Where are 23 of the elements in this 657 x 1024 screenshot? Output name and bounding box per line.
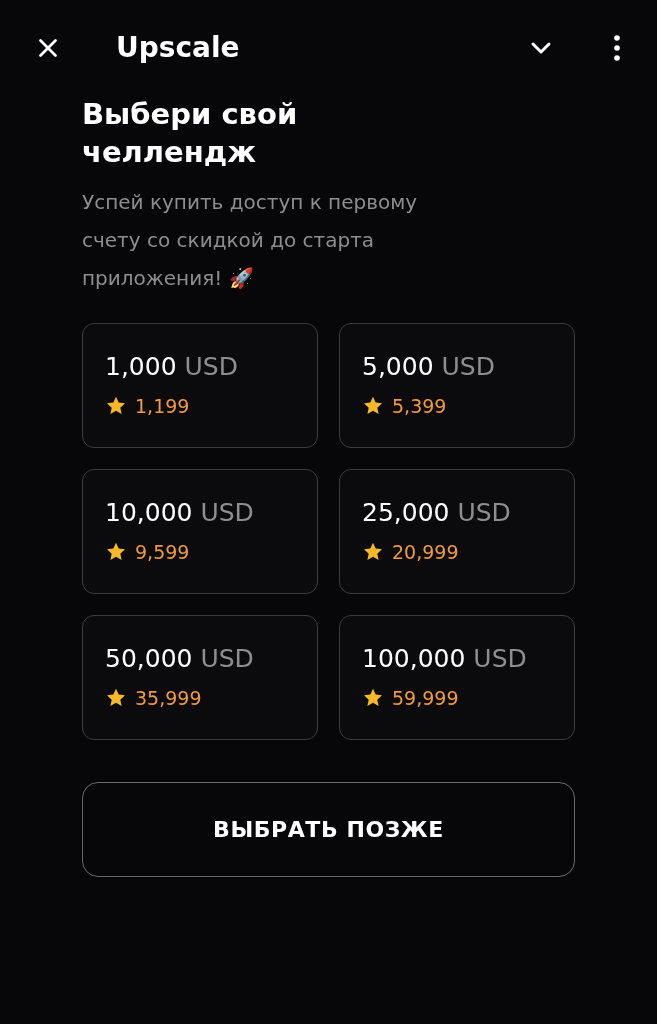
plan-amount: 50,000 USD — [105, 643, 255, 675]
plan-card[interactable]: 5,000 USD 5,399 — [339, 323, 575, 448]
plan-card[interactable]: 1,000 USD 1,199 — [82, 323, 318, 448]
plan-amount: 5,000 USD — [362, 351, 496, 383]
more-icon — [614, 34, 620, 61]
plan-card[interactable]: 100,000 USD 59,999 — [339, 615, 575, 740]
plan-card[interactable]: 10,000 USD 9,599 — [82, 469, 318, 594]
choose-later-button[interactable]: ВЫБРАТЬ ПОЗЖЕ — [82, 782, 575, 877]
plan-price: 59,999 — [392, 686, 459, 711]
plan-amount: 10,000 USD — [105, 497, 255, 529]
plan-price: 1,199 — [135, 394, 190, 419]
plan-price: 5,399 — [392, 394, 447, 419]
plan-amount: 1,000 USD — [105, 351, 239, 383]
plan-price: 35,999 — [135, 686, 202, 711]
app-title: Upscale — [116, 29, 240, 66]
plan-price: 20,999 — [392, 540, 459, 565]
plan-card[interactable]: 25,000 USD 20,999 — [339, 469, 575, 594]
plan-amount: 100,000 USD — [362, 643, 528, 675]
plan-card[interactable]: 50,000 USD 35,999 — [82, 615, 318, 740]
page-subtitle: Успей купить доступ к первому счету со скидкой до старта приложения! 🚀 — [82, 189, 419, 292]
page-heading: Выбери свой челлендж — [82, 96, 299, 171]
plan-amount: 25,000 USD — [362, 497, 512, 529]
plan-price: 9,599 — [135, 540, 190, 565]
